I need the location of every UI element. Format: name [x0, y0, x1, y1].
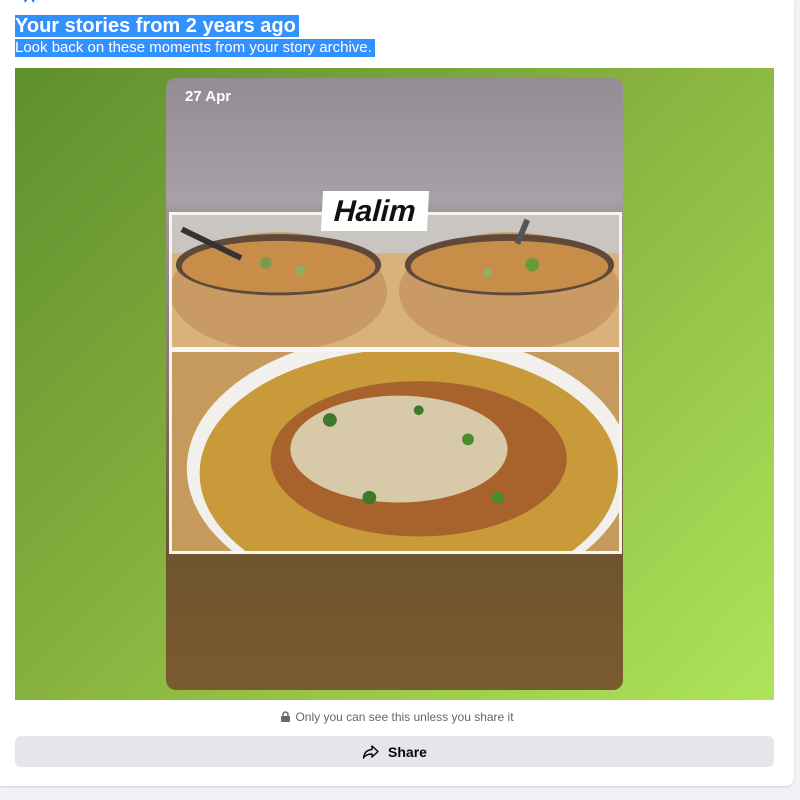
- memory-card: ◗◖ Your stories from 2 years ago Look ba…: [0, 0, 794, 786]
- story-text-sticker: Halim: [320, 191, 429, 231]
- food-photo-top: [169, 212, 622, 350]
- food-photo-bottom: [169, 349, 622, 554]
- story-media[interactable]: 27 Apr Halim: [15, 68, 774, 700]
- lock-icon: [280, 711, 291, 725]
- share-icon: [362, 744, 380, 760]
- reaction-icon: ◗◖: [22, 0, 42, 5]
- memory-header: Your stories from 2 years ago Look back …: [15, 15, 375, 57]
- memory-title: Your stories from 2 years ago: [15, 15, 299, 37]
- privacy-text: Only you can see this unless you share i…: [295, 710, 514, 724]
- share-button[interactable]: Share: [15, 736, 774, 767]
- privacy-notice: Only you can see this unless you share i…: [0, 710, 794, 725]
- story-date: 27 Apr: [185, 88, 232, 105]
- share-label: Share: [388, 743, 427, 760]
- story-preview[interactable]: 27 Apr Halim: [166, 78, 623, 690]
- memory-subtitle: Look back on these moments from your sto…: [15, 39, 375, 57]
